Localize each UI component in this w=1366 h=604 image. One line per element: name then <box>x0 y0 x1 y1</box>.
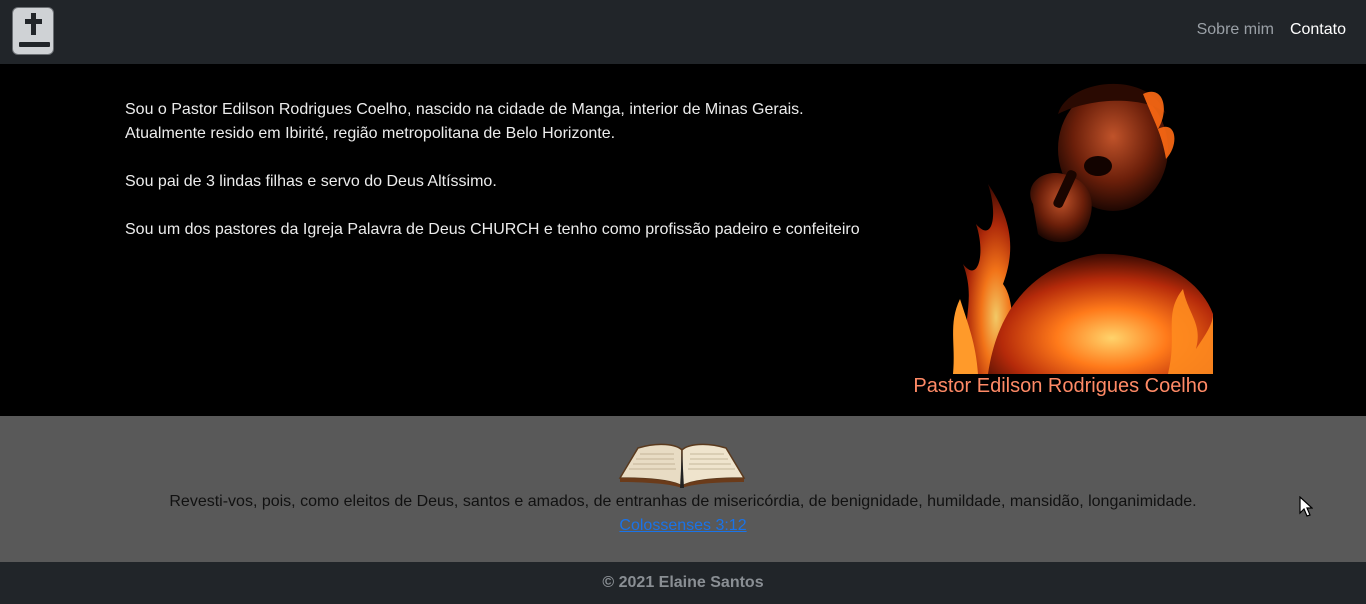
bible-cross-icon <box>12 7 54 55</box>
brand-logo-link[interactable] <box>12 7 54 55</box>
footer: © 2021 Elaine Santos <box>0 562 1366 604</box>
navbar: Sobre mim Contato <box>0 0 1366 64</box>
about-paragraph-origin: Sou o Pastor Edilson Rodrigues Coelho, n… <box>125 98 885 146</box>
footer-copyright: © 2021 Elaine Santos <box>602 574 764 591</box>
verse-section: Revesti-vos, pois, como eleitos de Deus,… <box>0 416 1366 562</box>
about-paragraph-profession: Sou um dos pastores da Igreja Palavra de… <box>125 221 860 238</box>
about-section: Sou o Pastor Edilson Rodrigues Coelho, n… <box>0 64 1366 416</box>
about-line-residence: Atualmente resido em Ibirité, região met… <box>125 125 616 142</box>
nav-link-sobre-mim[interactable]: Sobre mim <box>1197 21 1274 39</box>
about-text: Sou o Pastor Edilson Rodrigues Coelho, n… <box>125 98 885 266</box>
open-bible-icon <box>618 443 746 488</box>
pastor-photo <box>948 74 1213 374</box>
about-paragraph-family: Sou pai de 3 lindas filhas e servo do De… <box>125 173 497 190</box>
verse-text: Revesti-vos, pois, como eleitos de Deus,… <box>169 493 1197 510</box>
nav-link-contato[interactable]: Contato <box>1290 21 1346 39</box>
photo-caption: Pastor Edilson Rodrigues Coelho <box>913 375 1208 397</box>
verse-reference-link[interactable]: Colossenses 3:12 <box>619 517 746 534</box>
nav-links: Sobre mim Contato <box>1197 21 1346 39</box>
verse-reference: Colossenses 3:12 <box>0 517 1366 535</box>
about-line-birth: Sou o Pastor Edilson Rodrigues Coelho, n… <box>125 101 804 118</box>
mouse-cursor-icon <box>1299 496 1313 517</box>
